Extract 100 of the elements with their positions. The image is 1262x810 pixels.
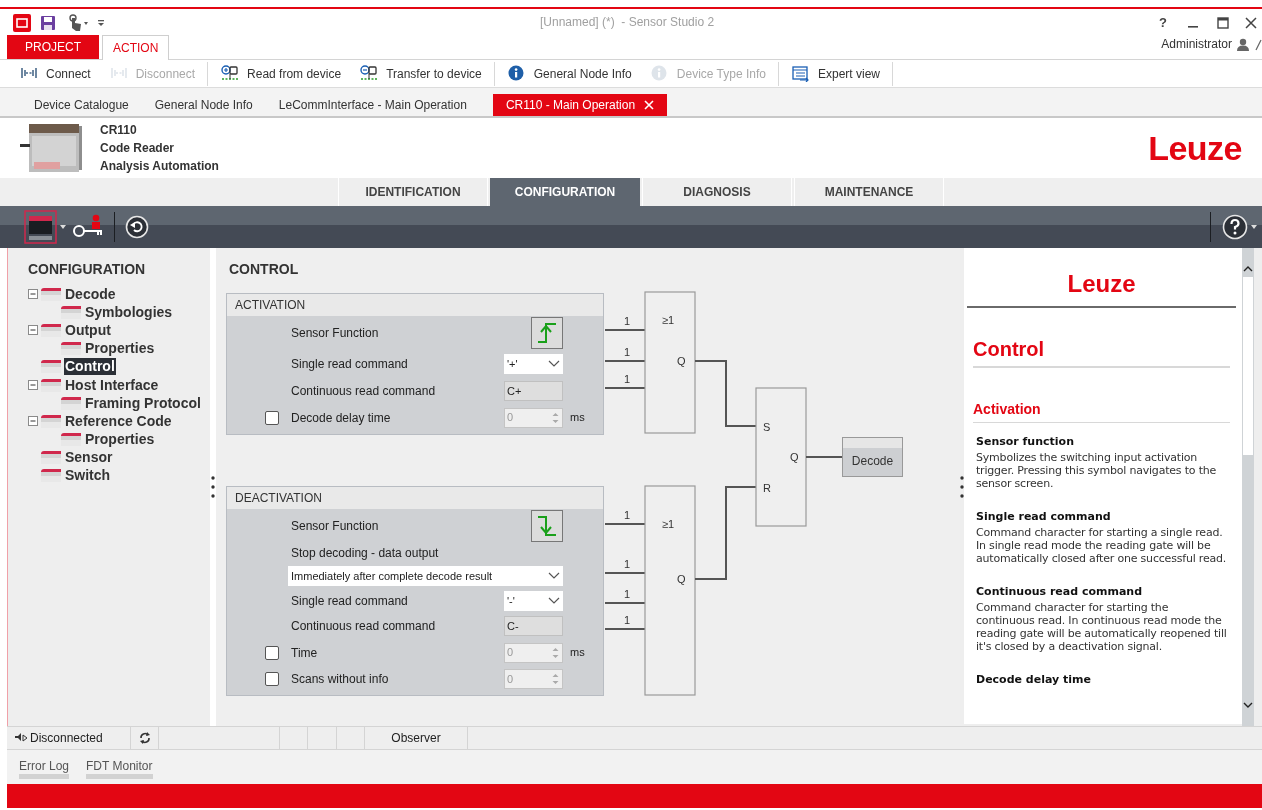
tree-item[interactable]: Properties: [84, 340, 156, 358]
user-name: Administrator: [1161, 36, 1232, 53]
input-label: 1: [624, 346, 631, 358]
field-label: Time: [291, 644, 319, 662]
tree-item[interactable]: Sensor: [64, 449, 114, 467]
toolbar-button[interactable]: Read from device: [220, 62, 342, 85]
input-label: 1: [624, 315, 631, 327]
help-heading: Decode delay time: [976, 673, 1092, 687]
folder-icon: [40, 468, 62, 484]
folder-icon: [40, 450, 62, 466]
dropdown[interactable]: Immediately after complete decode result: [288, 566, 563, 586]
connector-line: [694, 360, 757, 427]
field-label: Stop decoding - data output: [291, 545, 440, 562]
connection-status-icon: [14, 732, 28, 744]
scroll-down-icon[interactable]: [1243, 701, 1253, 709]
splitter-handle[interactable]: [960, 476, 964, 498]
connector-line: [604, 387, 646, 389]
collapse-icon[interactable]: [28, 380, 38, 391]
gate-symbol: ≥1: [662, 314, 675, 326]
help-button[interactable]: ?: [1148, 12, 1178, 33]
connector-line: [604, 628, 646, 630]
help-section-title: Activation: [973, 401, 1230, 423]
help-text: Symbolizes the switching input activation trigger. Pressing this symbol navigates to the sensor screen.: [976, 451, 1218, 490]
touch-icon[interactable]: [67, 13, 89, 32]
collapse-icon[interactable]: [28, 289, 38, 300]
output-label: Q: [677, 573, 686, 585]
rising-edge-icon: [535, 321, 559, 345]
set-label: S: [763, 421, 771, 433]
save-icon[interactable]: [40, 14, 56, 31]
collapse-icon[interactable]: [28, 325, 38, 336]
sensor-function-button[interactable]: [531, 317, 563, 349]
document-tab[interactable]: General Node Info: [141, 94, 266, 116]
help-title: Control: [973, 338, 1230, 368]
document-tab[interactable]: Device Catalogue: [21, 94, 142, 116]
ribbon-tab[interactable]: PROJECT: [7, 35, 99, 59]
sensor-function-button[interactable]: [531, 510, 563, 542]
toolbar-button[interactable]: Expert view: [790, 62, 880, 85]
scrollbar-thumb[interactable]: [1243, 277, 1253, 455]
window-arrows-icon: [790, 65, 810, 82]
connector-line: [805, 456, 843, 458]
info-icon: [649, 65, 669, 82]
toolbar-button[interactable]: Connect: [19, 62, 91, 85]
undo-icon[interactable]: [125, 215, 149, 239]
folder-icon: [40, 286, 62, 302]
falling-edge-icon: [535, 514, 559, 538]
tree-item[interactable]: Properties: [84, 431, 156, 449]
toolbar-button[interactable]: General Node Info: [506, 62, 632, 85]
field-label: Continuous read command: [291, 383, 437, 400]
tree-item[interactable]: Control: [64, 358, 116, 376]
help-heading: Continuous read command: [976, 585, 1144, 599]
input-field[interactable]: C-: [504, 616, 563, 636]
dropdown[interactable]: '+': [504, 354, 563, 374]
input-label: 1: [624, 558, 631, 570]
nav-tab[interactable]: IDENTIFICATION: [338, 178, 488, 206]
output-label: Q: [677, 355, 686, 367]
ribbon-tab[interactable]: ACTION: [102, 35, 170, 60]
collapse-icon[interactable]: [28, 416, 38, 427]
dropdown[interactable]: '-': [504, 591, 563, 611]
tree-item[interactable]: Symbologies: [84, 303, 174, 321]
help-icon[interactable]: [1222, 214, 1248, 240]
field-label: Scans without info: [291, 671, 390, 688]
nav-tab[interactable]: DIAGNOSIS: [642, 178, 792, 206]
tree-item[interactable]: Reference Code: [64, 412, 173, 430]
panel-tab[interactable]: FDT Monitor: [86, 759, 153, 779]
tree-item[interactable]: Host Interface: [64, 376, 160, 394]
tree-item[interactable]: Switch: [64, 467, 112, 485]
tree-item[interactable]: Framing Protocol: [84, 394, 202, 412]
window-title: [Unnamed] (*) - Sensor Studio 2: [540, 14, 715, 31]
device-arrow-icon: [220, 65, 240, 82]
tree-item[interactable]: Decode: [64, 285, 117, 303]
caret-icon[interactable]: [59, 224, 67, 230]
customize-caret-icon[interactable]: [97, 18, 105, 27]
document-tab[interactable]: LeCommInterface - Main Operation: [265, 94, 480, 116]
document-tab[interactable]: CR110 - Main Operation: [492, 94, 668, 116]
leuze-logo: Leuze: [1148, 131, 1242, 165]
toolbar-button[interactable]: Transfer to device: [359, 62, 482, 85]
folder-icon: [40, 413, 62, 429]
connector-line: [604, 602, 646, 604]
output-label: Q: [790, 451, 799, 463]
nav-tab[interactable]: MAINTENANCE: [794, 178, 944, 206]
monitor-icon[interactable]: [24, 210, 57, 244]
close-icon[interactable]: [644, 100, 655, 110]
chevron-down-icon: [547, 360, 561, 368]
app-logo-icon[interactable]: [13, 13, 31, 32]
refresh-icon[interactable]: [137, 731, 152, 745]
tree-item[interactable]: Output: [64, 321, 112, 339]
caret-icon[interactable]: [1250, 224, 1258, 230]
field-label: Sensor Function: [291, 518, 380, 535]
chevron-down-icon: [547, 572, 561, 580]
decode-block[interactable]: Decode: [842, 437, 903, 477]
user-key-icon[interactable]: [72, 214, 104, 240]
splitter-handle[interactable]: [211, 476, 215, 498]
user-icon[interactable]: [1236, 37, 1250, 51]
panel-tab[interactable]: Error Log: [19, 759, 70, 779]
input-field[interactable]: C+: [504, 381, 563, 401]
scroll-up-icon[interactable]: [1243, 265, 1253, 273]
nav-tab[interactable]: CONFIGURATION: [490, 178, 640, 206]
connector-line: [604, 572, 646, 574]
help-text: Command character for starting a single read. In single read mode the reading gate will be automatically closed after one successful read.: [976, 526, 1227, 565]
field-label: Single read command: [291, 356, 409, 373]
